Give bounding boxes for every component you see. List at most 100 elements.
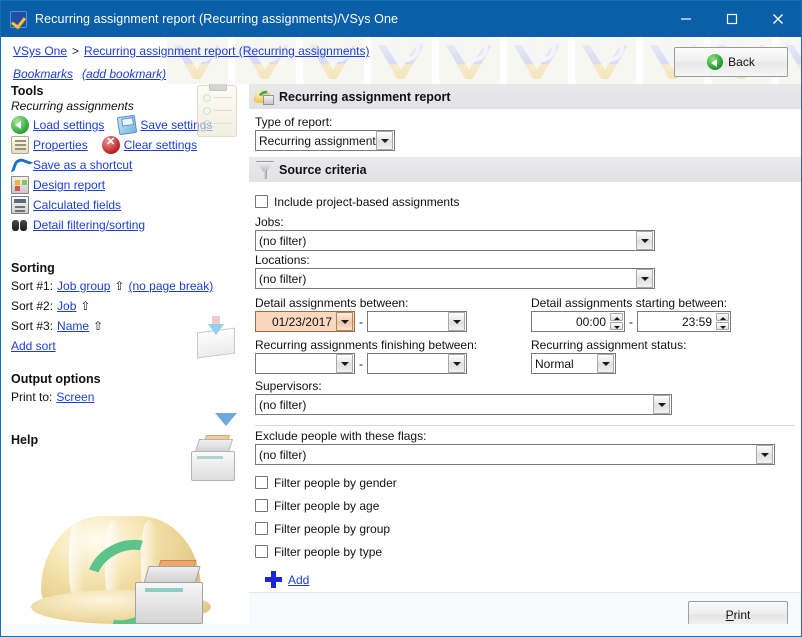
include-project-based-checkbox[interactable] [255,195,268,208]
sorting-heading: Sorting [11,261,55,275]
recurring-finishing-pair: - [255,353,519,374]
left-sidebar: Tools Recurring assignments Load setting… [1,84,249,636]
print-to-row: Print to: Screen [11,387,249,407]
detail-between-from-value: 01/23/2017 [271,314,332,329]
filter-type-checkbox[interactable] [255,545,268,558]
locations-select[interactable]: (no filter) [255,268,655,289]
filter-age-label: Filter people by age [274,498,380,513]
filter-gender-label: Filter people by gender [274,475,397,490]
include-project-based-row[interactable]: Include project-based assignments [255,190,795,213]
filter-age-checkbox[interactable] [255,499,268,512]
recurring-finishing-label: Recurring assignments finishing between: [255,338,478,352]
exclude-flags-value: (no filter) [259,447,307,462]
detail-starting-from-time[interactable]: 00:00 [531,311,625,332]
load-settings-link[interactable]: Load settings [33,118,104,132]
supervisors-select[interactable]: (no filter) [255,394,672,415]
chevron-down-icon[interactable] [636,231,653,250]
sort-3-field-link[interactable]: Name [57,319,89,333]
plus-icon [265,571,282,588]
filter-group-row[interactable]: Filter people by group [255,517,795,540]
sort-row-1: Sort #1: Job group ⇧ (no page break) [11,276,249,296]
breadcrumb-current-link[interactable]: Recurring assignment report (Recurring a… [84,44,369,58]
filter-group-label: Filter people by group [274,521,391,536]
sort-1-field-link[interactable]: Job group [57,279,110,293]
clipboard-icon [197,84,237,137]
sort-3-prefix: Sort #3: [11,319,54,333]
shortcut-icon [11,156,29,174]
sort-2-prefix: Sort #2: [11,299,54,313]
filter-gender-checkbox[interactable] [255,476,268,489]
recurring-finishing-dash: - [359,356,363,371]
back-button[interactable]: Back [674,47,788,77]
jobs-select[interactable]: (no filter) [255,230,655,251]
vsys-watermark-icon [575,37,636,84]
tools-row-4: Design report [11,175,249,195]
close-button[interactable] [755,1,801,37]
design-report-icon [11,176,29,194]
add-link[interactable]: Add [288,573,309,587]
help-expand-arrow-icon[interactable] [215,413,237,426]
sort-1-direction-icon[interactable]: ⇧ [114,279,124,293]
chevron-down-icon[interactable] [448,312,465,331]
maximize-button[interactable] [709,1,755,37]
sort-2-field-link[interactable]: Job [57,299,76,313]
print-to-value-link[interactable]: Screen [56,390,94,404]
add-sort-link[interactable]: Add sort [11,339,56,353]
bookmarks-link[interactable]: Bookmarks [13,67,73,81]
time-spinner[interactable] [716,312,729,331]
back-arrow-icon [707,54,724,70]
report-title: Recurring assignment report [279,89,451,104]
clear-settings-icon [101,135,120,154]
save-as-shortcut-link[interactable]: Save as a shortcut [33,158,132,172]
filter-group-checkbox[interactable] [255,522,268,535]
type-of-report-select[interactable]: Recurring assignments [255,130,395,151]
calculated-fields-link[interactable]: Calculated fields [33,198,121,212]
breadcrumb-separator: > [72,44,80,58]
print-button-label: rint [733,607,751,622]
detail-starting-to-value: 23:59 [681,314,712,329]
back-button-label: Back [728,55,755,69]
clear-settings-link[interactable]: Clear settings [124,138,197,152]
report-type-section: Type of report: Recurring assignments [249,109,801,151]
filter-gender-row[interactable]: Filter people by gender [255,471,795,494]
vsys-checkmark-icon [10,10,27,28]
exclude-flags-label: Exclude people with these flags: [255,429,427,443]
source-criteria-title: Source criteria [279,162,367,177]
sort-2-direction-icon[interactable]: ⇧ [80,299,90,313]
add-bookmark-link[interactable]: (add bookmark) [82,67,166,81]
chevron-down-icon[interactable] [636,269,653,288]
recurring-criteria-row: Recurring assignments finishing between:… [255,336,795,374]
detail-starting-to-time[interactable]: 23:59 [637,311,731,332]
detail-between-to-date[interactable] [367,311,467,332]
chevron-down-icon[interactable] [336,312,353,331]
print-button-accel: P [725,607,734,622]
filter-type-row[interactable]: Filter people by type [255,540,795,563]
add-filter-row[interactable]: Add [265,571,795,588]
recurring-finishing-from-date[interactable] [255,353,355,374]
chevron-down-icon[interactable] [653,395,670,414]
recurring-finishing-to-date[interactable] [367,353,467,374]
detail-between-from-date[interactable]: 01/23/2017 [255,311,355,332]
chevron-down-icon[interactable] [597,354,614,373]
exclude-flags-select[interactable]: (no filter) [255,444,775,465]
vsys-hardhat-logo [29,502,229,636]
chevron-down-icon[interactable] [448,354,465,373]
sort-row-2: Sort #2: Job ⇧ [11,296,249,316]
jobs-label: Jobs: [255,215,284,229]
chevron-down-icon[interactable] [376,131,393,150]
filter-age-row[interactable]: Filter people by age [255,494,795,517]
sort-1-pagebreak-link[interactable]: (no page break) [128,279,213,293]
sort-3-direction-icon[interactable]: ⇧ [93,319,103,333]
breadcrumb-root-link[interactable]: VSys One [13,44,67,58]
minimize-button[interactable] [663,1,709,37]
time-spinner[interactable] [610,312,623,331]
recurring-status-select[interactable]: Normal [531,353,616,374]
vsys-watermark-icon [439,37,500,84]
detail-between-pair: 01/23/2017 - [255,311,519,332]
detail-filtering-sorting-link[interactable]: Detail filtering/sorting [33,218,145,232]
locations-label: Locations: [255,253,310,267]
design-report-link[interactable]: Design report [33,178,105,192]
properties-link[interactable]: Properties [33,138,88,152]
chevron-down-icon[interactable] [756,445,773,464]
chevron-down-icon[interactable] [336,354,353,373]
